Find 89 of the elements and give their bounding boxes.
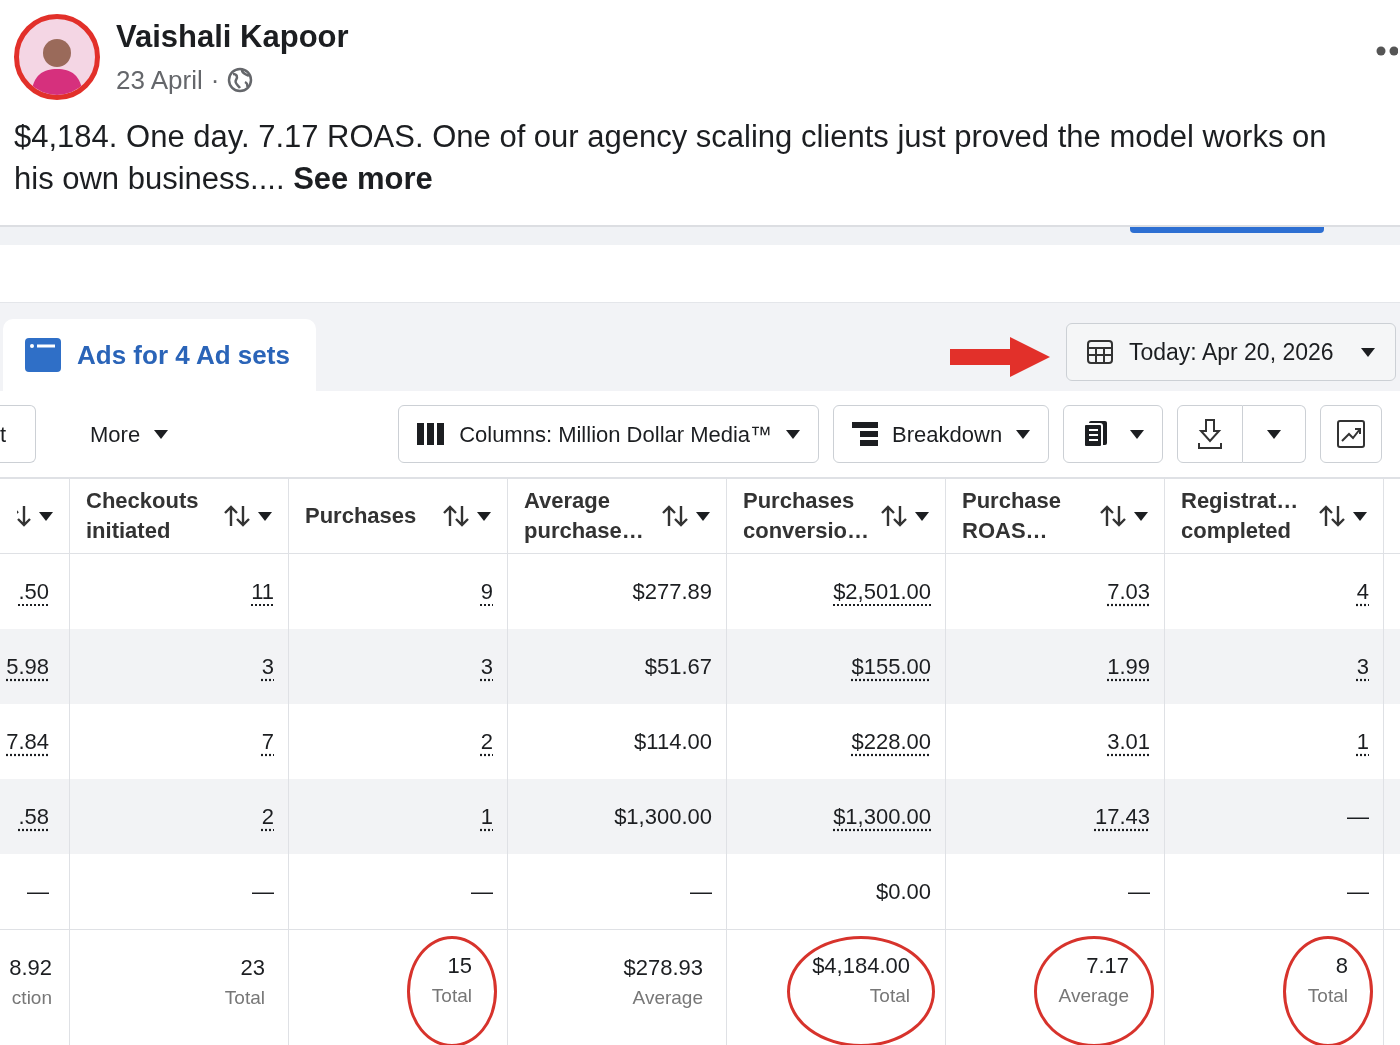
caret-icon bbox=[696, 511, 710, 521]
caret-icon bbox=[477, 511, 491, 521]
cell-value: — bbox=[27, 878, 49, 906]
sort-icon bbox=[224, 505, 250, 527]
metric-link[interactable]: .50 bbox=[18, 575, 49, 608]
metric-link[interactable]: 5.98 bbox=[6, 650, 49, 683]
metric-link[interactable]: 7.03 bbox=[1107, 575, 1150, 608]
cell-value: — bbox=[1347, 878, 1369, 906]
metric-link[interactable]: 2 bbox=[480, 725, 493, 758]
caret-icon bbox=[915, 511, 929, 521]
caret-icon bbox=[1353, 511, 1367, 521]
metric-link[interactable]: 3 bbox=[1356, 650, 1369, 683]
circled-total: 7.17 Average bbox=[1033, 936, 1154, 1045]
cell-value: — bbox=[471, 878, 493, 906]
metric-link[interactable]: .58 bbox=[18, 800, 49, 833]
caret-icon bbox=[154, 429, 169, 439]
author-name[interactable]: Vaishali Kapoor bbox=[116, 14, 349, 61]
globe-icon bbox=[227, 67, 254, 94]
breakdown-icon bbox=[852, 422, 879, 446]
circled-total: 8 Total bbox=[1282, 936, 1373, 1045]
caret-icon bbox=[786, 429, 801, 439]
separator-dot: · bbox=[210, 63, 220, 97]
caret-icon bbox=[1267, 429, 1282, 439]
metric-link[interactable]: 9 bbox=[480, 575, 493, 608]
caret-icon bbox=[1134, 511, 1148, 521]
sort-icon bbox=[881, 505, 907, 527]
sort-icon bbox=[1319, 505, 1345, 527]
sort-icon bbox=[662, 505, 688, 527]
post-date[interactable]: 23 April bbox=[116, 60, 203, 100]
metric-link[interactable]: 3 bbox=[261, 650, 274, 683]
cell-value: $0.00 bbox=[875, 878, 931, 906]
post-text: $4,184. One day. 7.17 ROAS. One of our agency scaling clients just proved the model works on his own business.... See more bbox=[14, 116, 1344, 200]
cell-value: $114.00 bbox=[634, 728, 712, 756]
metric-link[interactable]: 3.01 bbox=[1107, 725, 1150, 758]
total-value: $278.93 Average bbox=[622, 954, 704, 1010]
cell-value: — bbox=[1347, 803, 1369, 831]
metric-link[interactable]: 3 bbox=[480, 650, 493, 683]
caret-icon bbox=[39, 511, 53, 521]
sort-icon bbox=[17, 505, 31, 527]
column-header[interactable]: Average purchase… bbox=[508, 477, 727, 554]
filter-button[interactable]: t bbox=[0, 405, 36, 463]
breakdown-button[interactable]: Breakdown bbox=[833, 405, 1050, 463]
column-header[interactable]: Registrat… completed bbox=[1165, 477, 1384, 554]
metric-link[interactable]: 7 bbox=[261, 725, 274, 758]
see-more-link[interactable]: See more bbox=[293, 158, 433, 200]
sort-icon bbox=[1100, 505, 1126, 527]
metric-link[interactable]: $155.00 bbox=[851, 650, 931, 683]
metric-link[interactable]: 17.43 bbox=[1094, 800, 1150, 833]
cell-value: — bbox=[1128, 878, 1150, 906]
column-header[interactable]: Checkouts initiated bbox=[70, 477, 289, 554]
columns-icon bbox=[417, 423, 446, 445]
total-value: 23 Total bbox=[223, 954, 266, 1010]
metric-link[interactable]: 4 bbox=[1356, 575, 1369, 608]
metric-link[interactable]: $1,300.00 bbox=[833, 800, 931, 833]
more-options-icon[interactable] bbox=[1376, 46, 1398, 56]
cell-value: — bbox=[252, 878, 274, 906]
metric-link[interactable]: 1.99 bbox=[1107, 650, 1150, 683]
ads-tab[interactable]: Ads for 4 Ad sets bbox=[3, 319, 316, 391]
caret-icon bbox=[1130, 429, 1145, 439]
download-icon bbox=[1198, 419, 1223, 449]
circled-total: $4,184.00 Total bbox=[787, 936, 935, 1045]
column-header[interactable]: Purchases bbox=[289, 477, 508, 554]
metric-link[interactable]: $228.00 bbox=[851, 725, 931, 758]
export-button[interactable] bbox=[1177, 405, 1244, 463]
line-chart-icon bbox=[1337, 420, 1366, 448]
sort-icon bbox=[443, 505, 469, 527]
date-range-button[interactable]: Today: Apr 20, 2026 bbox=[1066, 323, 1396, 381]
cell-value: $277.89 bbox=[632, 578, 712, 606]
cell-value: $51.67 bbox=[644, 653, 712, 681]
metric-link[interactable]: $2,501.00 bbox=[833, 575, 931, 608]
caret-icon bbox=[258, 511, 272, 521]
metric-link[interactable]: 2 bbox=[261, 800, 274, 833]
total-value: 8.92 ction bbox=[8, 954, 53, 1010]
caret-icon bbox=[1016, 429, 1031, 439]
caret-icon bbox=[1361, 347, 1375, 357]
metric-link[interactable]: 11 bbox=[251, 575, 274, 608]
cell-value: $1,300.00 bbox=[614, 803, 712, 831]
metric-link[interactable]: 1 bbox=[1356, 725, 1369, 758]
column-header[interactable]: Purchases conversio… bbox=[727, 477, 946, 554]
ad-icon bbox=[25, 338, 61, 372]
metric-link[interactable]: 1 bbox=[480, 800, 493, 833]
chart-button[interactable] bbox=[1320, 405, 1383, 463]
cell-value: — bbox=[690, 878, 712, 906]
circled-total: 15 Total bbox=[406, 936, 497, 1045]
calendar-icon bbox=[1087, 339, 1113, 365]
metric-link[interactable]: 7.84 bbox=[6, 725, 49, 758]
column-header[interactable]: Purchase ROAS… bbox=[946, 477, 1165, 554]
columns-button[interactable]: Columns: Million Dollar Media™ bbox=[398, 405, 820, 463]
reports-button[interactable] bbox=[1063, 405, 1164, 463]
